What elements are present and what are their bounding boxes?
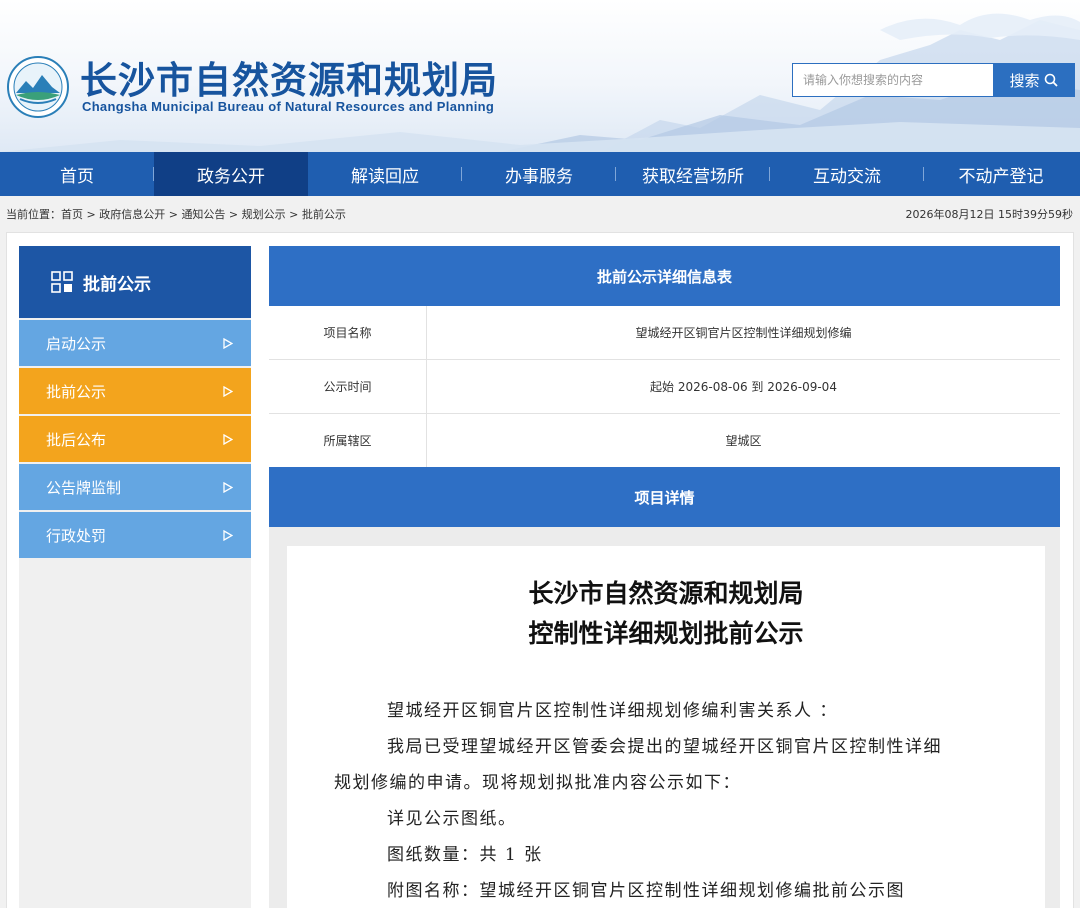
nav-item-label: 不动产登记 bbox=[958, 166, 1044, 187]
breadcrumb-separator: > bbox=[83, 208, 100, 221]
row-value: 起始 2026-08-06 到 2026-09-04 bbox=[650, 380, 837, 394]
breadcrumb-item[interactable]: 通知公告 bbox=[181, 208, 225, 221]
breadcrumb: 当前位置：首页 > 政府信息公开 > 通知公告 > 规划公示 > 批前公示 bbox=[6, 206, 346, 222]
bureau-logo bbox=[7, 56, 69, 118]
site-subtitle: Changsha Municipal Bureau of Natural Res… bbox=[82, 99, 495, 114]
play-icon bbox=[223, 529, 233, 541]
sidebar-item-label: 行政处罚 bbox=[46, 526, 107, 545]
site-header: 长沙市自然资源和规划局 Changsha Municipal Bureau of… bbox=[0, 0, 1080, 152]
play-icon bbox=[223, 385, 233, 397]
main-nav: 首页 政务公开 解读回应 办事服务 获取经营场所 互动交流 不动产登记 bbox=[0, 152, 1080, 196]
nav-item-interaction[interactable]: 互动交流 bbox=[770, 152, 924, 196]
detail-table-title: 批前公示详细信息表 bbox=[269, 246, 1060, 306]
nav-item-label: 获取经营场所 bbox=[642, 166, 744, 187]
sidebar-item-label: 批前公示 bbox=[46, 382, 107, 401]
sidebar-item-pre-approval[interactable]: 批前公示 bbox=[19, 368, 251, 414]
notice-document: 长沙市自然资源和规划局 控制性详细规划批前公示 望城经开区铜官片区控制性详细规划… bbox=[287, 546, 1045, 908]
breadcrumb-separator: > bbox=[285, 208, 302, 221]
breadcrumb-separator: > bbox=[225, 208, 242, 221]
current-datetime: 2026年08月12日 15时39分59秒 bbox=[905, 208, 1073, 221]
sidebar-item-label: 公告牌监制 bbox=[46, 478, 122, 497]
breadcrumb-item[interactable]: 首页 bbox=[61, 208, 83, 221]
play-icon bbox=[223, 337, 233, 349]
play-icon bbox=[223, 433, 233, 445]
nav-item-interpretation[interactable]: 解读回应 bbox=[308, 152, 462, 196]
project-detail-heading: 项目详情 bbox=[269, 467, 1060, 527]
nav-item-label: 办事服务 bbox=[505, 166, 573, 187]
document-paragraph: 详见公示图纸。 bbox=[387, 809, 517, 829]
search-icon bbox=[1044, 73, 1058, 87]
document-paragraph: 望城经开区铜官片区控制性详细规划修编利害关系人 ： bbox=[387, 701, 838, 721]
site-title: 长沙市自然资源和规划局 bbox=[80, 59, 498, 102]
breadcrumb-item[interactable]: 批前公示 bbox=[302, 208, 346, 221]
breadcrumb-item[interactable]: 政府信息公开 bbox=[99, 208, 165, 221]
nav-item-label: 解读回应 bbox=[351, 166, 419, 187]
document-paragraph: 图纸数量：共 1 张 bbox=[387, 845, 543, 865]
document-paragraph: 规划修编的申请。现将规划拟批准内容公示如下： bbox=[334, 773, 741, 793]
document-heading: 长沙市自然资源和规划局 bbox=[528, 579, 804, 608]
sidebar-item-board-supervision[interactable]: 公告牌监制 bbox=[19, 464, 251, 510]
table-row: 项目名称 望城经开区铜官片区控制性详细规划修编 bbox=[269, 306, 1060, 360]
table-row: 所属辖区 望城区 bbox=[269, 414, 1060, 468]
search-box: 搜索 bbox=[792, 63, 1075, 97]
row-label: 所属辖区 bbox=[269, 414, 427, 467]
document-paragraph: 附图名称：望城经开区铜官片区控制性详细规划修编批前公示图 bbox=[387, 881, 905, 901]
row-value: 望城区 bbox=[725, 434, 762, 448]
nav-item-label: 政务公开 bbox=[197, 166, 265, 187]
nav-item-services[interactable]: 办事服务 bbox=[462, 152, 616, 196]
row-value: 望城经开区铜官片区控制性详细规划修编 bbox=[635, 326, 852, 340]
document-paragraph: 我局已受理望城经开区管委会提出的望城经开区铜官片区控制性详细 bbox=[387, 737, 942, 757]
nav-item-real-estate[interactable]: 不动产登记 bbox=[924, 152, 1078, 196]
sidebar-item-penalty[interactable]: 行政处罚 bbox=[19, 512, 251, 558]
nav-item-government-affairs[interactable]: 政务公开 bbox=[154, 152, 308, 196]
nav-item-label: 互动交流 bbox=[813, 166, 881, 187]
breadcrumb-separator: > bbox=[165, 208, 182, 221]
search-input[interactable] bbox=[793, 64, 993, 96]
table-row: 公示时间 起始 2026-08-06 到 2026-09-04 bbox=[269, 360, 1060, 414]
document-subheading: 控制性详细规划批前公示 bbox=[528, 619, 804, 648]
nav-item-business-premises[interactable]: 获取经营场所 bbox=[616, 152, 770, 196]
row-label: 公示时间 bbox=[269, 360, 427, 413]
nav-item-home[interactable]: 首页 bbox=[0, 152, 154, 196]
search-button[interactable]: 搜索 bbox=[993, 64, 1074, 96]
row-label: 项目名称 bbox=[269, 306, 427, 359]
sidebar-header: 批前公示 bbox=[19, 246, 251, 318]
sidebar-item-label: 批后公布 bbox=[46, 430, 107, 449]
play-icon bbox=[223, 481, 233, 493]
sidebar-item-label: 启动公示 bbox=[46, 334, 107, 353]
sidebar-item-launch-notice[interactable]: 启动公示 bbox=[19, 320, 251, 366]
sidebar-title: 批前公示 bbox=[83, 274, 151, 295]
nav-item-label: 首页 bbox=[60, 166, 94, 187]
breadcrumb-prefix: 当前位置： bbox=[6, 208, 61, 221]
sidebar-item-post-approval[interactable]: 批后公布 bbox=[19, 416, 251, 462]
sidebar: 批前公示 启动公示 批前公示 批后公布 公告牌监制 行政处罚 bbox=[19, 246, 251, 908]
search-button-label: 搜索 bbox=[1009, 71, 1040, 90]
grid-icon bbox=[51, 271, 73, 293]
breadcrumb-item[interactable]: 规划公示 bbox=[242, 208, 286, 221]
